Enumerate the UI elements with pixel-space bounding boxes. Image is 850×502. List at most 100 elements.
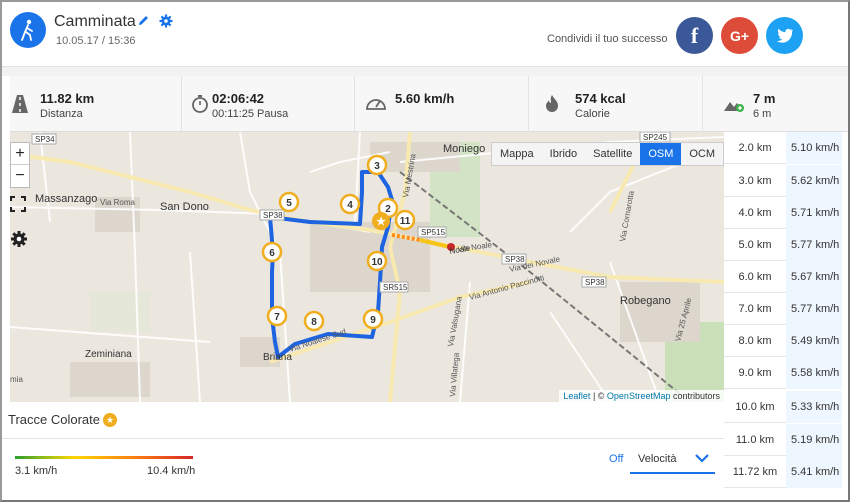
split-distance: 7.0 km — [738, 303, 772, 315]
attribution-separator: | © — [590, 391, 607, 401]
route-marker-6: 6 — [261, 241, 283, 263]
layer-ocm[interactable]: OCM — [681, 143, 723, 165]
stat-label: Distanza — [40, 108, 83, 120]
stat-elevation: 7 m 6 m — [703, 76, 848, 132]
stat-label: Calorie — [575, 108, 610, 120]
attribution-text: contributors — [670, 391, 720, 401]
stat-label: 00:11:25 Pausa — [212, 108, 289, 120]
start-marker: ★ — [372, 212, 390, 230]
svg-text:9: 9 — [370, 315, 376, 326]
layer-mappa[interactable]: Mappa — [492, 143, 542, 165]
map-label: SP245 — [643, 133, 668, 142]
route-marker-5: 5 — [278, 191, 300, 213]
map-label: Via Roma — [100, 198, 136, 207]
activity-title: Camminata — [54, 13, 136, 30]
svg-text:10: 10 — [371, 257, 383, 268]
twitter-bird-icon — [776, 28, 793, 43]
split-distance: 6.0 km — [738, 271, 772, 283]
gear-icon[interactable] — [159, 14, 173, 33]
split-speed: 5.19 km/h — [786, 424, 842, 456]
split-speed: 5.71 km/h — [786, 197, 842, 229]
svg-text:3: 3 — [374, 161, 380, 172]
stat-value: 574 kcal — [575, 91, 626, 106]
stat-speed: 5.60 km/h — [355, 76, 529, 132]
map-label: Moniego — [443, 143, 485, 155]
zoom-out-button[interactable]: − — [11, 165, 29, 187]
leaflet-link[interactable]: Leaflet — [563, 391, 590, 401]
activity-date: 10.05.17 / 15:36 — [56, 35, 136, 47]
zoom-in-button[interactable]: + — [11, 143, 29, 165]
facebook-share-button[interactable]: f — [676, 17, 713, 54]
svg-text:7: 7 — [274, 312, 280, 323]
gradient-min-label: 3.1 km/h — [15, 465, 58, 477]
split-speed: 5.33 km/h — [786, 391, 842, 423]
split-speed: 5.41 km/h — [786, 456, 842, 488]
svg-text:★: ★ — [376, 216, 386, 228]
speedometer-icon — [365, 94, 386, 114]
map-label: San Dono — [160, 201, 209, 213]
table-row: 11.0 km 5.19 km/h — [724, 424, 842, 456]
metric-select-value: Velocità — [638, 453, 677, 465]
split-distance: 10.0 km — [735, 401, 775, 413]
table-row: 2.0 km 5.10 km/h — [724, 132, 842, 164]
split-distance: 2.0 km — [738, 142, 772, 154]
googleplus-share-button[interactable]: G+ — [721, 17, 758, 54]
layer-osm[interactable]: OSM — [640, 143, 682, 165]
pencil-icon[interactable] — [137, 14, 150, 32]
map-canvas: Moniego Massanzago San Dono Zeminiana Br… — [10, 132, 724, 402]
gradient-max-label: 10.4 km/h — [147, 465, 196, 477]
svg-text:5: 5 — [286, 198, 292, 209]
table-row: 4.0 km 5.71 km/h — [724, 197, 842, 229]
svg-text:2: 2 — [385, 204, 391, 215]
split-speed: 5.10 km/h — [786, 132, 842, 164]
map-label: mia — [10, 375, 23, 384]
svg-text:8: 8 — [311, 317, 317, 328]
share-label: Condividi il tuo successo — [547, 33, 668, 45]
route-marker-7: 7 — [266, 305, 288, 327]
off-toggle[interactable]: Off — [609, 453, 623, 465]
split-speed: 5.77 km/h — [786, 293, 842, 325]
table-row: 5.0 km 5.77 km/h — [724, 229, 842, 261]
metric-select[interactable]: Velocità — [630, 447, 715, 474]
map-label: SP515 — [421, 228, 446, 237]
route-marker-10: 10 — [366, 250, 388, 272]
table-row: 11.72 km 5.41 km/h — [724, 456, 842, 488]
svg-text:11: 11 — [400, 216, 411, 227]
layer-ibrido[interactable]: Ibrido — [542, 143, 586, 165]
openstreetmap-link[interactable]: OpenStreetMap — [607, 391, 671, 401]
star-icon: ★ — [103, 413, 117, 427]
stat-value: 11.82 km — [40, 91, 95, 106]
fullscreen-icon[interactable] — [10, 196, 30, 218]
split-distance: 11.72 km — [732, 466, 778, 478]
table-row: 10.0 km 5.33 km/h — [724, 391, 842, 423]
stat-value: 7 m — [753, 91, 776, 106]
map-layer-switcher: Mappa Ibrido Satellite OSM OCM — [491, 142, 724, 166]
gear-icon[interactable] — [10, 230, 30, 252]
stat-value: 02:06:42 — [212, 91, 265, 106]
elevation-icon — [723, 94, 744, 114]
zoom-control: + − — [10, 142, 30, 188]
flame-icon — [543, 94, 563, 114]
activity-header: Camminata 10.05.17 / 15:36 Condividi il … — [2, 2, 822, 66]
table-row: 8.0 km 5.49 km/h — [724, 325, 842, 357]
split-speed: 5.49 km/h — [786, 325, 842, 357]
colored-tracks-title: Tracce Colorate — [8, 412, 100, 427]
header-divider — [2, 66, 848, 76]
route-marker-4: 4 — [339, 193, 361, 215]
layer-satellite[interactable]: Satellite — [585, 143, 640, 165]
map-label: Zeminiana — [85, 349, 132, 360]
map-label: Robegano — [620, 295, 671, 307]
route-map[interactable]: Moniego Massanzago San Dono Zeminiana Br… — [10, 132, 724, 402]
stat-duration: 02:06:42 00:11:25 Pausa — [182, 76, 355, 132]
twitter-share-button[interactable] — [766, 17, 803, 54]
table-row: 7.0 km 5.77 km/h — [724, 293, 842, 325]
svg-text:4: 4 — [347, 200, 353, 211]
stat-calories: 574 kcal Calorie — [529, 76, 703, 132]
map-attribution: Leaflet | © OpenStreetMap contributors — [559, 390, 724, 402]
split-speed: 5.58 km/h — [786, 357, 842, 389]
stat-label: 6 m — [753, 108, 772, 120]
map-label: SP38 — [585, 278, 605, 287]
split-distance: 4.0 km — [738, 207, 772, 219]
walking-icon — [10, 12, 46, 48]
route-marker-3: 3 — [366, 154, 388, 176]
